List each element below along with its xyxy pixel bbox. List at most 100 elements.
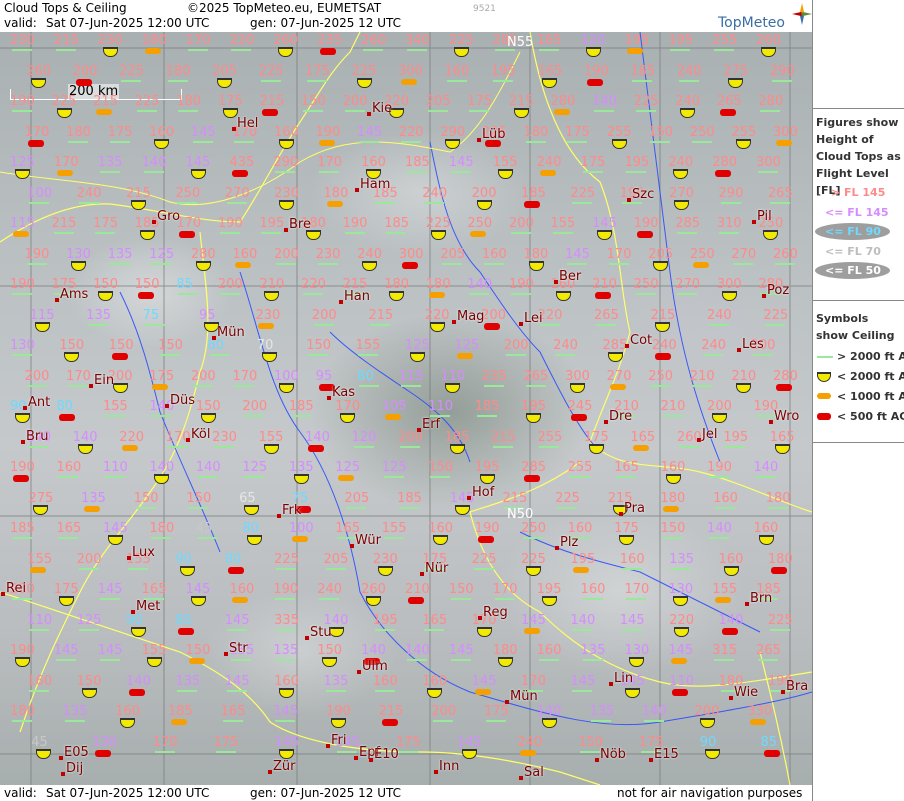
cloud-top-value: 200 — [694, 704, 720, 719]
cloud-top-value: 225 — [51, 94, 77, 109]
ceiling-below-500-icon — [595, 292, 612, 299]
ceiling-above-2000-icon — [492, 79, 513, 82]
ceiling-above-2000-icon — [319, 598, 340, 600]
cloud-top-value: 80 — [207, 338, 225, 353]
cloud-top-value: 230 — [212, 429, 237, 445]
cloud-top-value: 210 — [405, 582, 430, 597]
city-label: Ant — [28, 395, 51, 410]
ceiling-above-2000-icon — [635, 293, 656, 295]
cloud-top-value: 225 — [351, 63, 377, 79]
latitude-label: N55 — [507, 35, 534, 50]
ceiling-above-2000-icon — [226, 201, 247, 204]
ceiling-above-2000-icon — [691, 140, 712, 143]
city-dot-icon — [284, 228, 288, 232]
cloud-top-value: 215 — [259, 94, 285, 109]
ceiling-below-1000-icon — [30, 566, 47, 573]
cloud-top-value: 220 — [669, 612, 694, 628]
cloud-top-value: 250 — [633, 277, 659, 292]
cloud-top-value: 155 — [712, 582, 738, 597]
ceiling-below-500-icon — [381, 719, 398, 726]
cloud-top-value: 225 — [633, 94, 659, 109]
cloud-top-value: 175 — [580, 155, 606, 170]
cloud-top-value: 110 — [440, 368, 466, 384]
city-dot-icon — [477, 138, 481, 142]
cloud-top-value: 230 — [97, 33, 123, 48]
ceiling-above-2000-icon — [29, 628, 50, 631]
ceiling-below-500-icon — [570, 414, 587, 421]
cloud-top-value: 175 — [149, 368, 175, 384]
city-label: Ein — [94, 373, 115, 388]
cloud-top-value: 210 — [259, 277, 285, 292]
cloud-top-value: 160 — [274, 673, 299, 689]
cloud-top-value: 200 — [471, 185, 497, 201]
ceiling-above-2000-icon — [357, 354, 378, 356]
cloud-top-value: 145 — [357, 124, 382, 140]
city-label: Cot — [630, 333, 653, 348]
ceiling-above-2000-icon — [714, 659, 735, 661]
cloud-top-value: 150 — [186, 490, 212, 506]
ceiling-below-500-icon — [524, 200, 541, 208]
ceiling-below-2000-icon — [607, 352, 623, 362]
ceiling-below-1000-icon — [470, 231, 487, 237]
cloud-top-value: 110 — [27, 612, 53, 628]
cloud-top-value: 225 — [555, 490, 580, 506]
cloud-top-value: 205 — [440, 246, 466, 262]
cloud-top-value: 140 — [467, 277, 493, 292]
ceiling-above-2000-icon — [344, 232, 365, 234]
cloud-tops-map[interactable]: 200 km 230 215 230 180 170 220 260 235 260 340 225… — [0, 32, 812, 785]
cloud-top-value: 175 — [107, 124, 133, 140]
ceiling-below-1000-icon — [401, 78, 418, 85]
ceiling-above-2000-icon — [26, 262, 47, 265]
ceiling-above-2000-icon — [580, 750, 601, 753]
ceiling-below-2000-icon — [279, 138, 295, 149]
ceiling-above-2000-icon — [621, 628, 642, 631]
city-dot-icon — [781, 690, 785, 694]
cloud-top-value: 215 — [650, 307, 676, 323]
ceiling-above-2000-icon — [231, 659, 252, 661]
cloud-top-value: 150 — [306, 338, 332, 353]
cloud-top-value: 45 — [195, 521, 213, 536]
ceiling-above-2000-icon — [303, 293, 324, 295]
cloud-top-value: 255 — [731, 124, 757, 140]
ceiling-above-2000-icon — [671, 567, 692, 570]
cloud-top-value: 275 — [28, 490, 54, 506]
ceiling-below-1000-icon — [291, 536, 308, 542]
ceiling-above-2000-icon — [400, 140, 421, 143]
cloud-top-value: 240 — [517, 734, 543, 750]
cloud-top-value: 290 — [769, 63, 795, 79]
ceiling-below-2000-icon — [244, 504, 260, 515]
cloud-top-value: 125 — [381, 460, 407, 475]
cloud-top-value: 185 — [397, 490, 422, 506]
ceiling-above-2000-icon — [244, 476, 265, 478]
cloud-top-value: 300 — [716, 277, 742, 292]
cloud-top-value: 160 — [536, 643, 562, 658]
city-dot-icon — [277, 514, 281, 518]
cloud-top-value: 105 — [381, 399, 407, 414]
ceiling-below-500-icon — [715, 170, 732, 177]
ceiling-below-2000-icon — [555, 291, 571, 301]
cloud-top-value: 170 — [185, 33, 211, 48]
cloud-top-value: 135 — [669, 551, 694, 567]
generated-time: gen: 07-Jun-2025 12 UTC — [250, 16, 402, 30]
cloud-top-value: 225 — [521, 551, 546, 567]
cloud-top-value: 80 — [224, 551, 242, 567]
ceiling-below-1000-icon — [171, 719, 187, 725]
ceiling-above-2000-icon — [523, 537, 544, 539]
city-dot-icon — [212, 336, 216, 340]
ceiling-above-2000-icon — [64, 720, 85, 722]
ceiling-above-2000-icon — [346, 506, 367, 509]
city-label: Dij — [66, 761, 84, 776]
cloud-top-value: 110 — [428, 399, 454, 414]
ceiling-below-2000-icon — [356, 77, 372, 88]
cloud-top-value: 200 — [311, 307, 337, 323]
ceiling-above-2000-icon — [662, 415, 683, 417]
ceiling-above-2000-icon — [276, 262, 297, 265]
ceiling-above-2000-icon — [136, 110, 157, 112]
ceiling-below-2000-icon — [624, 687, 640, 698]
cloud-top-value: 125 — [76, 612, 102, 628]
ceiling-above-2000-icon — [231, 49, 252, 51]
city-dot-icon — [186, 438, 190, 442]
cloud-top-value: 280 — [190, 246, 216, 262]
ceiling-below-500-icon — [672, 688, 689, 696]
cloud-top-value: 155 — [141, 643, 167, 658]
